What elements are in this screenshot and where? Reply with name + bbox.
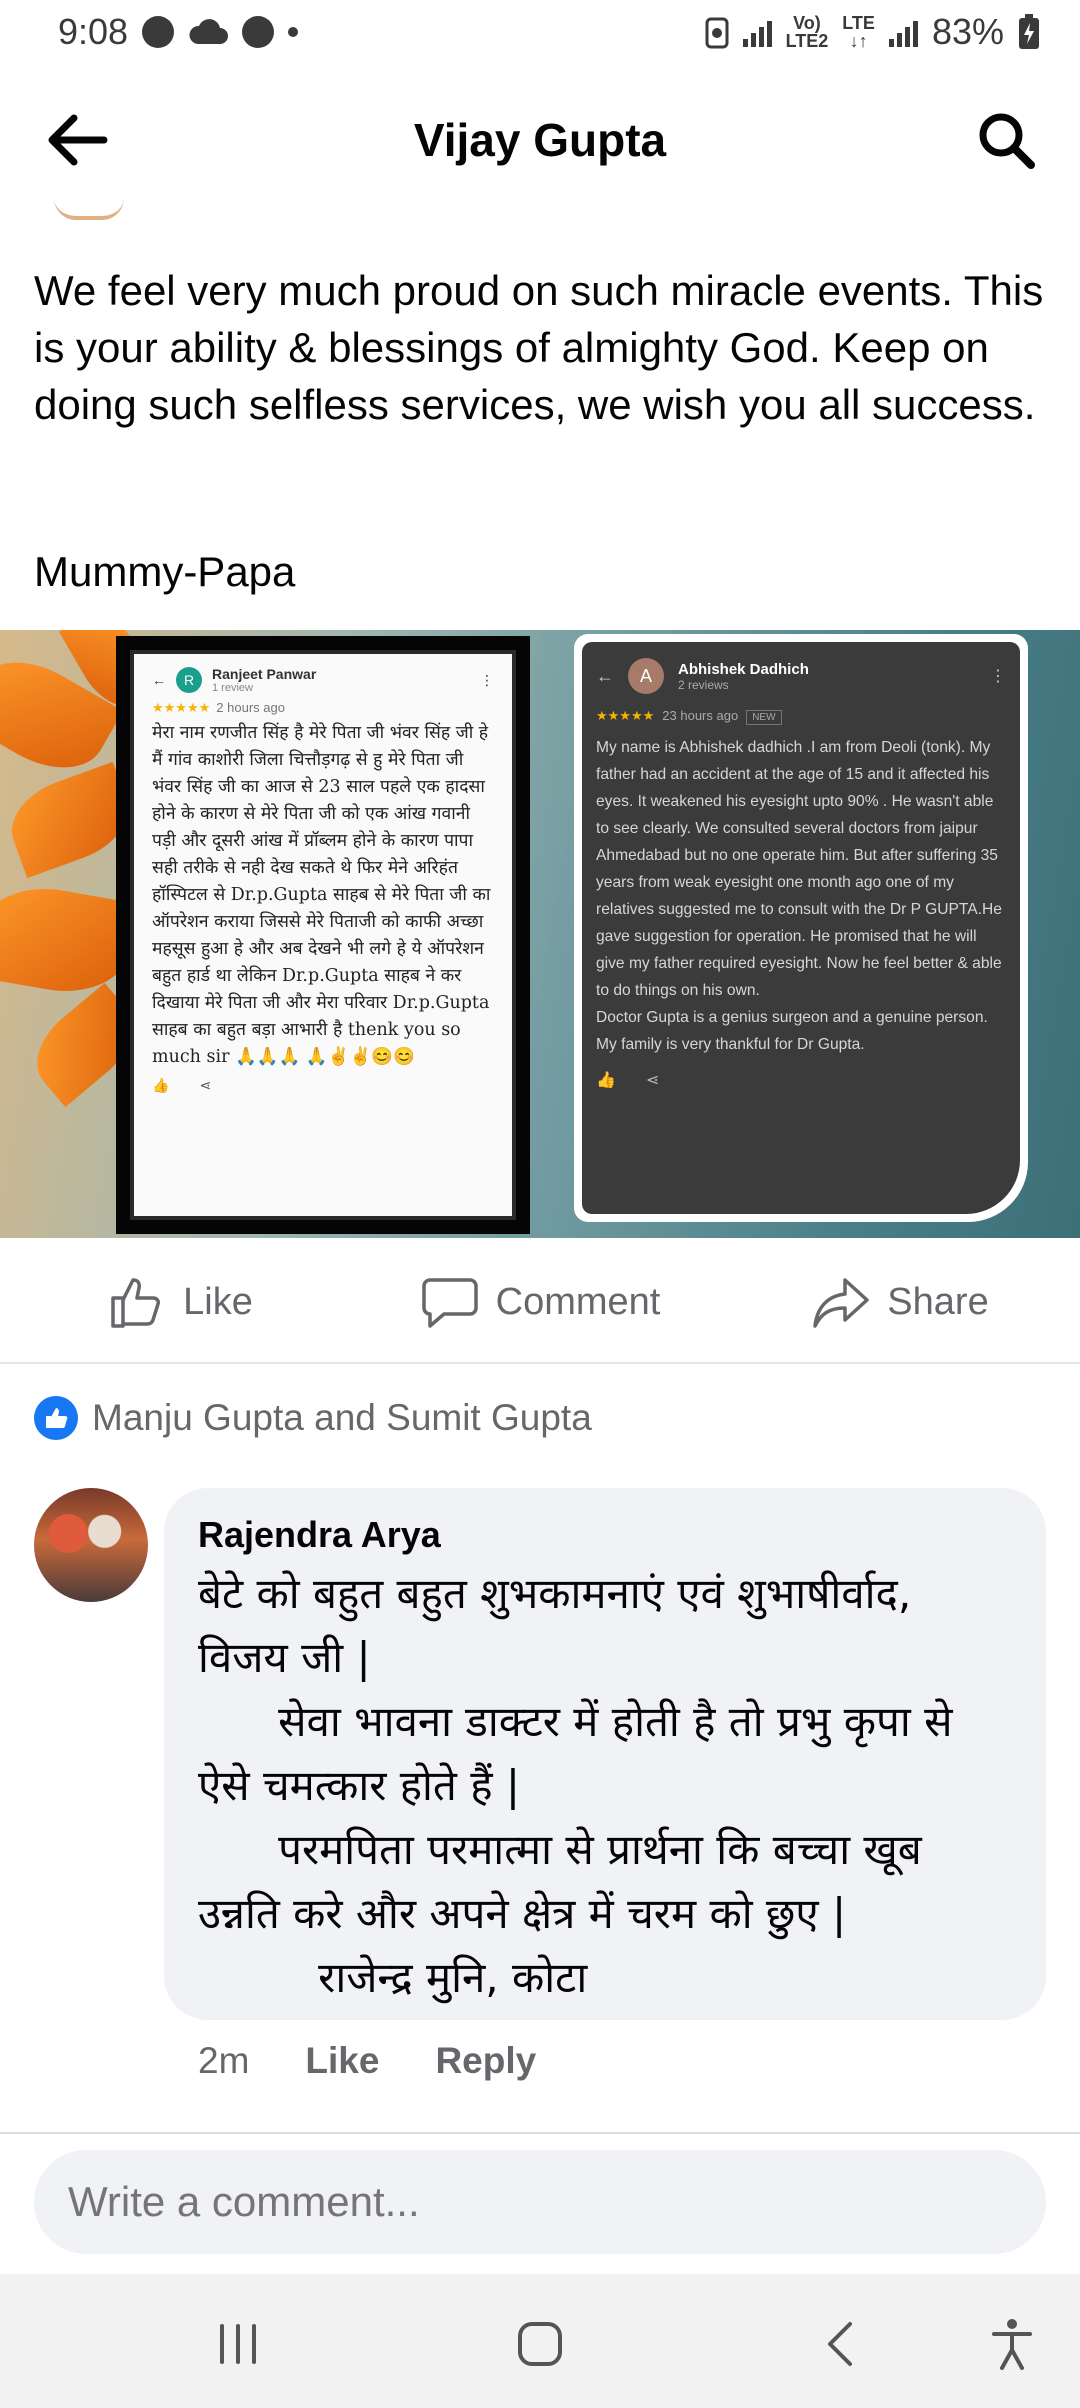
like-reaction-icon xyxy=(34,1396,78,1440)
reviewer-name: Abhishek Dadhich xyxy=(678,660,809,678)
comment-reply-button[interactable]: Reply xyxy=(435,2040,536,2082)
status-bar: 9:08 Vo) LTE2 LTE ↓↑ 83% xyxy=(0,0,1080,64)
share-arrow-icon xyxy=(813,1278,870,1328)
more-icon: ⋮ xyxy=(480,671,494,688)
reviewer-avatar: A xyxy=(628,658,664,694)
reaction-summary[interactable]: Manju Gupta and Sumit Gupta xyxy=(34,1396,592,1440)
poster-avatar[interactable] xyxy=(54,198,124,220)
back-icon[interactable] xyxy=(812,2314,872,2374)
signal-strength-icon xyxy=(888,17,918,47)
data-saver-icon xyxy=(705,17,729,49)
rating-stars: ★★★★★ 23 hours ago NEW xyxy=(596,708,1006,725)
thumbs-up-icon: 👍 xyxy=(596,1072,616,1089)
reviewer-name: Ranjeet Panwar xyxy=(212,666,317,682)
page-title: Vijay Gupta xyxy=(413,114,667,166)
comment-author[interactable]: Rajendra Arya xyxy=(198,1514,1012,1556)
like-label: Like xyxy=(183,1280,253,1323)
avatar[interactable] xyxy=(34,1488,148,1602)
review-card: ← R Ranjeet Panwar 1 review ⋮ ★★★★★ 2 hou… xyxy=(116,636,530,1234)
post-text: We feel very much proud on such miracle … xyxy=(34,267,1044,428)
like-button[interactable]: Like xyxy=(0,1272,360,1332)
rating-stars: ★★★★★ 2 hours ago xyxy=(152,700,285,715)
likers-names: Manju Gupta and Sumit Gupta xyxy=(92,1397,592,1438)
new-badge: NEW xyxy=(746,710,782,725)
review-text: My name is Abhishek dadhich .I am from D… xyxy=(596,739,1002,1053)
signal-strength-icon xyxy=(742,17,772,47)
more-icon: ⋮ xyxy=(990,668,1006,685)
home-icon[interactable] xyxy=(510,2314,570,2374)
share-icon: ⋖ xyxy=(199,1077,212,1093)
search-icon[interactable] xyxy=(976,110,1036,170)
comment-time: 2m xyxy=(198,2040,250,2081)
facebook-notification-icon xyxy=(242,16,275,48)
post-signature: Mummy-Papa xyxy=(34,548,296,595)
comment-meta: 2m Like Reply xyxy=(198,2040,536,2082)
review-count: 1 review xyxy=(212,682,253,694)
comment-like-button[interactable]: Like xyxy=(305,2040,379,2082)
thumbs-up-icon: 👍 xyxy=(152,1077,170,1093)
comment-input[interactable] xyxy=(68,2178,1012,2226)
battery-percent: 83% xyxy=(931,11,1004,52)
comment-bubble[interactable]: Rajendra Arya बेटे को बहुत बहुत शुभकामना… xyxy=(164,1488,1046,2020)
post-image[interactable]: ← R Ranjeet Panwar 1 review ⋮ ★★★★★ 2 hou… xyxy=(0,630,1080,1238)
divider xyxy=(0,2132,1080,2134)
accessibility-icon[interactable] xyxy=(982,2314,1042,2374)
lte-indicator: LTE ↓↑ xyxy=(842,13,875,51)
review-text: मेरा नाम रणजीत सिंह है मेरे पिता जी भंवर… xyxy=(152,723,491,1067)
post-actions: Like Comment Share xyxy=(0,1242,1080,1364)
arrow-left-icon: ← xyxy=(152,672,166,688)
arrow-left-icon: ← xyxy=(596,665,614,686)
review-card: ← A Abhishek Dadhich 2 reviews ⋮ ★★★★★ 23… xyxy=(574,634,1028,1222)
system-navigation-bar xyxy=(0,2274,1080,2408)
comment-icon xyxy=(421,1278,478,1328)
share-label: Share xyxy=(887,1280,989,1323)
cloud-icon xyxy=(189,19,229,44)
comment-composer[interactable] xyxy=(34,2150,1046,2254)
comment-text: बेटे को बहुत बहुत शुभकामनाएं एवं शुभाषीर… xyxy=(198,1569,953,2002)
volte-indicator: Vo) LTE2 xyxy=(785,13,829,51)
recent-apps-icon[interactable] xyxy=(208,2314,268,2374)
comment-label: Comment xyxy=(495,1280,661,1323)
comment-button[interactable]: Comment xyxy=(360,1272,720,1332)
battery-charging-icon xyxy=(1019,14,1039,49)
reviewer-avatar: R xyxy=(176,667,202,693)
app-bar: Vijay Gupta xyxy=(0,90,1080,190)
share-icon: ⋖ xyxy=(645,1072,660,1089)
review-count: 2 reviews xyxy=(678,677,729,692)
share-button[interactable]: Share xyxy=(720,1272,1080,1332)
facebook-notification-icon xyxy=(142,16,175,48)
status-time: 9:08 xyxy=(58,11,129,52)
more-notifications-icon xyxy=(288,27,299,37)
arrow-left-icon[interactable] xyxy=(44,112,108,168)
thumbs-up-icon xyxy=(111,1278,161,1328)
